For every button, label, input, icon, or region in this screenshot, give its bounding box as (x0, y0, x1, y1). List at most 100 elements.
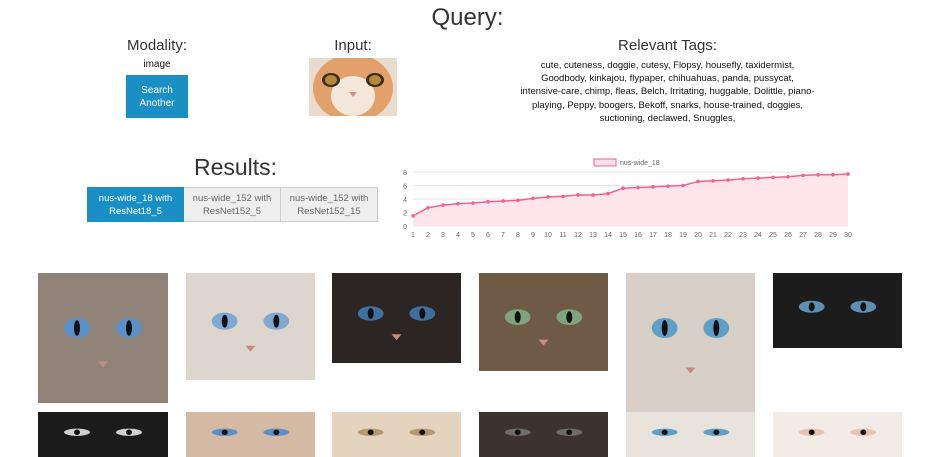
legend-label: nus-wide_18 (620, 160, 660, 167)
result-image-bg (332, 412, 461, 457)
cat-pupil-icon (661, 429, 668, 435)
x-tick-label: 13 (589, 232, 597, 239)
data-point (816, 172, 820, 177)
result-image-bg (626, 273, 755, 412)
cat-pupil-icon (713, 429, 720, 435)
cat-eye-icon (211, 428, 238, 436)
data-point (621, 186, 625, 190)
cat-eye-icon (850, 428, 877, 436)
data-point (546, 195, 550, 199)
data-point (606, 191, 610, 196)
data-point (666, 184, 670, 188)
tab-nus-wide-152-resnet152-5[interactable]: nus-wide_152 with ResNet152_5 (184, 187, 281, 222)
x-tick-label: 26 (784, 232, 792, 239)
data-point (441, 203, 445, 207)
result-image-kitten-on-blanket[interactable] (773, 412, 902, 457)
x-tick-label: 30 (844, 232, 852, 239)
result-image-cat-black-partial[interactable] (38, 412, 168, 457)
cat-nose-icon (538, 339, 549, 346)
result-image-cat-white-partial[interactable] (626, 412, 755, 457)
cat-eye-icon (409, 428, 436, 436)
data-point (681, 183, 685, 188)
result-image-cat-eyes-dark-strip[interactable] (773, 273, 902, 348)
tab-nus-wide-18-resnet18-5[interactable]: nus-wide_18 with ResNet18_5 (87, 187, 184, 222)
data-point (651, 185, 655, 189)
cat-eye-icon (357, 428, 384, 436)
data-point (846, 172, 850, 176)
result-image-cat-golden-eyes-partial[interactable] (332, 412, 461, 457)
cat-pupil-icon (808, 302, 815, 312)
cat-pupil-icon (566, 429, 573, 435)
result-image-bg (38, 273, 168, 403)
x-tick-label: 6 (486, 232, 490, 239)
data-point (411, 214, 415, 218)
cat-eye-icon (263, 312, 290, 330)
query-title: Query: (431, 4, 504, 31)
cat-pupil-icon (514, 429, 521, 435)
cat-eye-icon (556, 428, 583, 436)
cat-eye-icon (504, 309, 531, 325)
data-point (771, 175, 775, 180)
result-image-bg (773, 273, 902, 348)
result-image-cat-dark-siamese[interactable] (332, 273, 461, 363)
modality-label: Modality: (126, 37, 188, 54)
x-tick-label: 25 (769, 232, 777, 239)
cat-pupil-icon (367, 429, 374, 435)
data-point (801, 173, 805, 178)
x-tick-label: 18 (664, 232, 672, 239)
cat-pupil-icon (713, 320, 720, 336)
data-point (726, 178, 730, 182)
data-point (531, 196, 535, 201)
cat-eye-icon (116, 318, 142, 338)
relevant-tags-label: Relevant Tags: (618, 37, 717, 54)
result-image-cat-white-blue-eyes-tall[interactable] (626, 273, 755, 412)
modality-value: image (143, 59, 171, 70)
data-point (516, 198, 520, 203)
result-image-cat-blue-eyes-tabby[interactable] (38, 273, 168, 403)
cat-eye-icon (64, 428, 90, 436)
x-tick-label: 17 (649, 232, 657, 239)
cat-eye-icon (263, 428, 290, 436)
cat-eye-icon (116, 428, 142, 436)
cat-nose-icon (685, 367, 696, 374)
cat-pupil-icon (126, 429, 132, 435)
data-point (471, 201, 475, 205)
y-tick-label: 4 (403, 197, 407, 204)
x-tick-label: 7 (501, 232, 505, 239)
search-another-button[interactable]: Search Another (126, 75, 188, 118)
x-tick-label: 22 (724, 232, 732, 239)
modality-section: Modality: image Search Another (107, 37, 207, 118)
result-image-bg (332, 273, 461, 363)
result-image-cat-dark-partial[interactable] (479, 412, 608, 457)
x-tick-label: 5 (471, 232, 475, 239)
cat-eye-icon (703, 318, 730, 338)
result-image-cat-ragdoll-partial[interactable] (186, 412, 315, 457)
cat-pupil-icon (367, 308, 374, 319)
cat-eye-icon (64, 318, 90, 338)
cat-eye-icon (703, 428, 730, 436)
series-area (413, 174, 848, 226)
legend-swatch (593, 158, 617, 167)
x-tick-label: 3 (441, 232, 445, 239)
x-tick-label: 12 (574, 232, 582, 239)
cat-eye-icon (651, 428, 678, 436)
cat-eye-icon (504, 428, 531, 436)
x-tick-label: 16 (634, 232, 642, 239)
x-tick-label: 20 (694, 232, 702, 239)
result-image-cat-tabby-closeup[interactable] (479, 273, 608, 371)
cat-pupil-icon (661, 320, 668, 336)
result-image-bg (479, 273, 608, 371)
cat-eye-icon (211, 312, 238, 330)
data-point (486, 199, 490, 204)
data-point (756, 176, 760, 180)
data-point (831, 172, 835, 177)
x-tick-label: 19 (679, 232, 687, 239)
x-tick-label: 14 (604, 232, 612, 239)
tab-nus-wide-152-resnet152-15[interactable]: nus-wide_152 with ResNet152_15 (281, 187, 378, 222)
result-image-cat-fluffy-white-blue-eyes[interactable] (186, 273, 315, 380)
x-tick-label: 29 (829, 232, 837, 239)
data-point (741, 176, 745, 181)
cat-pupil-icon (808, 429, 815, 435)
data-point (456, 201, 460, 206)
x-tick-label: 11 (559, 232, 566, 239)
